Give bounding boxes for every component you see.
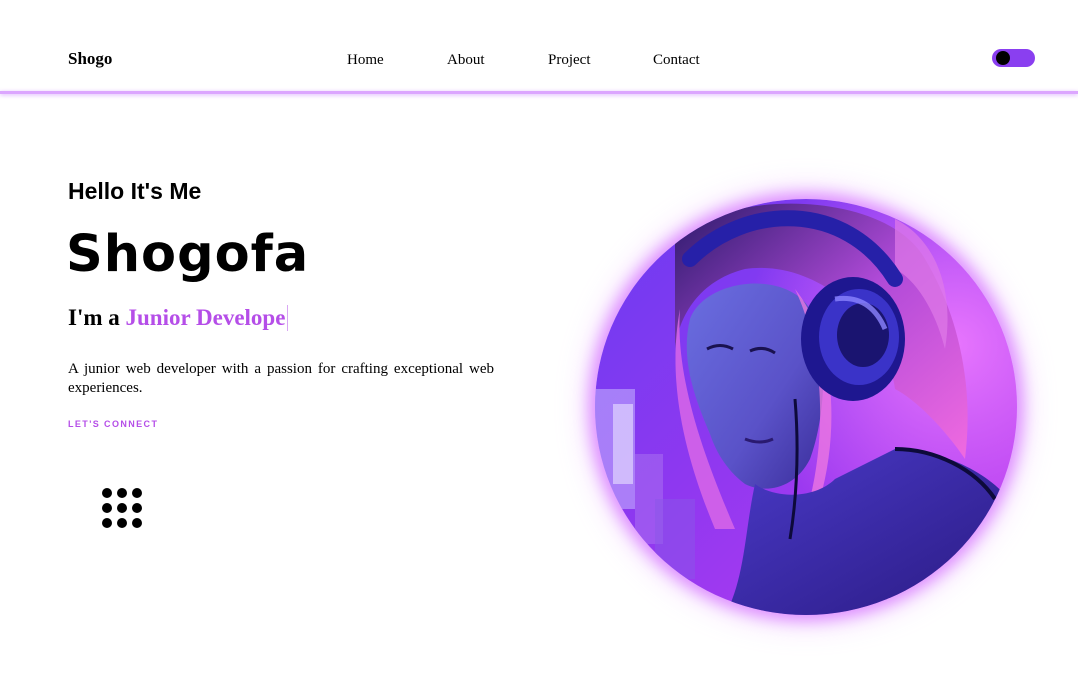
hero-name: Shogofa	[66, 225, 310, 284]
portfolio-page: Shogo Home About Project Contact Hello I…	[0, 0, 1078, 676]
hero-greeting: Hello It's Me	[68, 178, 202, 204]
nav-project-link[interactable]: Project	[548, 51, 591, 69]
hero-role-typed: Junior Develope	[125, 305, 286, 330]
portrait-illustration	[595, 199, 1017, 615]
typing-cursor	[287, 305, 289, 331]
theme-toggle[interactable]	[992, 49, 1035, 67]
nav-contact-link[interactable]: Contact	[653, 51, 700, 69]
site-header: Shogo Home About Project Contact	[0, 0, 1078, 91]
nav-about-link[interactable]: About	[447, 51, 485, 69]
hero-description: A junior web developer with a passion fo…	[68, 361, 494, 396]
grid-dots-icon	[102, 488, 142, 528]
header-divider	[0, 91, 1078, 94]
theme-toggle-knob	[996, 51, 1010, 65]
profile-portrait	[595, 199, 1017, 615]
lets-connect-link[interactable]: LET'S CONNECT	[68, 419, 158, 430]
main-nav: Home About Project Contact	[0, 51, 1078, 71]
nav-home-link[interactable]: Home	[347, 51, 384, 69]
hero-role: I'm a Junior Develope	[68, 304, 289, 332]
hero-role-prefix: I'm a	[68, 305, 120, 330]
